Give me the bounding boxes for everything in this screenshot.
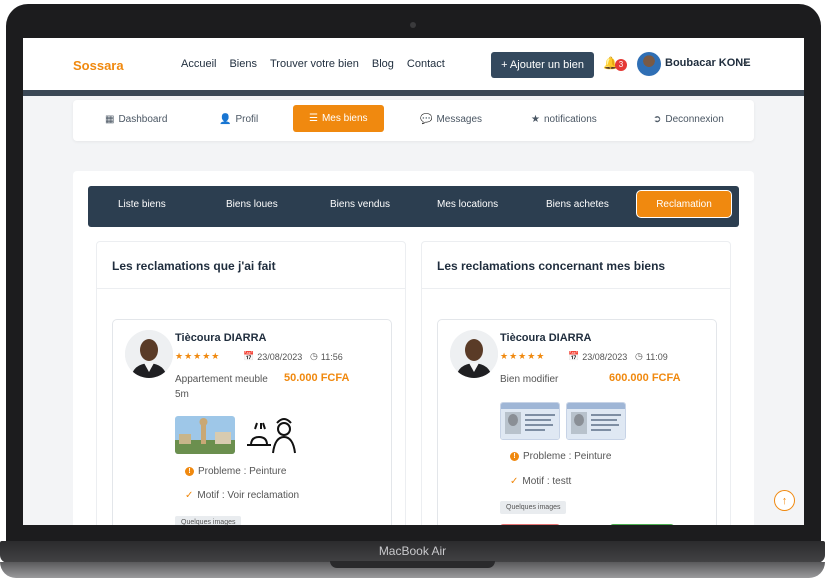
reclamation-card: Tiècoura DIARRA ★★★★★ 📅 23/08/2023 ◷ 11:… [437, 319, 717, 525]
subtab-biens-achetes[interactable]: Biens achetes [546, 199, 609, 210]
property-description: Appartement meuble 5m [175, 374, 268, 400]
list-icon: ☰ [309, 113, 318, 124]
nav-link-blog[interactable]: Blog [372, 58, 394, 70]
property-photo[interactable] [175, 416, 235, 454]
nav-link-biens[interactable]: Biens [229, 58, 257, 70]
reclamation-card: Tiècoura DIARRA ★★★★★ 📅 23/08/2023 ◷ 11:… [112, 319, 392, 525]
check-icon: ✓ [185, 490, 194, 501]
tab-profil-label: Profil [235, 114, 259, 125]
tab-notifications[interactable]: ★ notifications [531, 114, 597, 125]
calendar-icon: 📅 [243, 351, 255, 361]
user-avatar[interactable] [637, 52, 661, 76]
add-property-button[interactable]: + Ajouter un bien [491, 52, 594, 78]
date-value: 23/08/2023 [257, 351, 303, 362]
chevron-down-icon[interactable]: ⌄ [741, 57, 749, 68]
subtab-mes-locations[interactable]: Mes locations [437, 199, 498, 210]
tab-deconnexion-label: Deconnexion [665, 114, 724, 125]
screen: Sossara Accueil Biens Trouver votre bien… [23, 38, 804, 525]
rating-stars: ★★★★★ [175, 351, 221, 361]
device-label: MacBook Air [378, 544, 447, 558]
accept-button[interactable] [610, 524, 674, 525]
problem-text: Probleme : Peinture [523, 451, 612, 462]
motif-text: Motif : Voir reclamation [197, 490, 300, 501]
motif-line: ✓ Motif : Voir reclamation [185, 490, 299, 501]
motif-line: ✓ Motif : testt [510, 476, 571, 487]
tab-dashboard-label: Dashboard [118, 114, 168, 125]
images-tag: Quelques images [175, 516, 242, 525]
nav-link-contact[interactable]: Contact [407, 58, 445, 70]
divider [97, 288, 405, 289]
navbar-divider [23, 90, 804, 96]
clock-icon: ◷ [635, 351, 643, 361]
tab-mes-biens-label: Mes biens [321, 113, 368, 124]
property-reclamations-column: Les reclamations concernant mes biens Ti… [421, 241, 731, 525]
dashboard-tabs: ▦ Dashboard 👤 Profil ☰ Mes biens 💬 Messa… [73, 100, 754, 141]
grid-icon: ▦ [105, 114, 115, 125]
subtab-liste-biens[interactable]: Liste biens [118, 199, 166, 210]
arrow-up-icon: ↑ [781, 494, 788, 507]
calendar-icon: 📅 [568, 351, 580, 361]
main-panel: Liste biens Biens loues Biens vendus Mes… [73, 171, 754, 525]
chef-illustration[interactable] [241, 415, 303, 455]
scroll-to-top-button[interactable]: ↑ [774, 490, 795, 511]
clock-icon: ◷ [310, 351, 318, 361]
rating-stars: ★★★★★ [500, 351, 546, 361]
user-icon: 👤 [219, 114, 232, 125]
divider [422, 288, 730, 289]
problem-text: Probleme : Peinture [198, 466, 287, 477]
chat-icon: 💬 [420, 114, 433, 125]
property-price: 50.000 FCFA [284, 372, 350, 384]
logout-icon: ➲ [653, 114, 662, 125]
property-sub-tabs: Liste biens Biens loues Biens vendus Mes… [88, 186, 739, 227]
motif-text: Motif : testt [522, 476, 572, 487]
notification-badge: 3 [615, 59, 627, 71]
id-card-photo[interactable] [500, 402, 560, 440]
property-description: Bien modifier [500, 374, 559, 385]
images-tag: Quelques images [500, 501, 567, 514]
star-icon: ★ [531, 114, 540, 125]
time-value: 11:09 [645, 351, 668, 362]
info-icon: ! [185, 467, 194, 476]
tab-dashboard[interactable]: ▦ Dashboard [105, 114, 167, 125]
my-reclamations-column: Les reclamations que j'ai fait Tiècoura … [96, 241, 406, 525]
nav-link-accueil[interactable]: Accueil [181, 58, 216, 70]
claimant-name: Tiècoura DIARRA [500, 332, 592, 344]
avatar [450, 330, 498, 378]
tab-deconnexion[interactable]: ➲ Deconnexion [653, 114, 724, 125]
brand-logo[interactable]: Sossara [73, 58, 124, 73]
time-value: 11:56 [320, 351, 343, 362]
id-card-photo[interactable] [566, 402, 626, 440]
claimant-name: Tiècoura DIARRA [175, 332, 267, 344]
property-reclamations-title: Les reclamations concernant mes biens [437, 259, 666, 273]
check-icon: ✓ [510, 476, 519, 487]
webcam [410, 22, 416, 28]
subtab-biens-vendus[interactable]: Biens vendus [330, 199, 390, 210]
my-reclamations-title: Les reclamations que j'ai fait [112, 259, 276, 273]
tab-messages-label: Messages [436, 114, 483, 125]
laptop-notch [330, 561, 495, 568]
reclamation-date: 📅 23/08/2023 [243, 351, 302, 362]
reclamation-time: ◷ 11:56 [310, 351, 343, 362]
date-value: 23/08/2023 [582, 351, 628, 362]
problem-line: ! Probleme : Peinture [510, 451, 611, 462]
property-price: 600.000 FCFA [609, 372, 681, 384]
reject-button[interactable] [500, 524, 560, 525]
nav-link-trouver[interactable]: Trouver votre bien [270, 58, 359, 70]
reclamation-time: ◷ 11:09 [635, 351, 668, 362]
top-navbar: Sossara Accueil Biens Trouver votre bien… [23, 38, 804, 92]
tab-messages[interactable]: 💬 Messages [420, 114, 482, 125]
problem-line: ! Probleme : Peinture [185, 466, 286, 477]
subtab-reclamation[interactable]: Reclamation [636, 190, 732, 218]
subtab-biens-loues[interactable]: Biens loues [226, 199, 278, 210]
user-name[interactable]: Boubacar KONE [665, 57, 751, 69]
tab-mes-biens[interactable]: ☰ Mes biens [293, 105, 384, 132]
tab-notifications-label: notifications [543, 114, 597, 125]
tab-profil[interactable]: 👤 Profil [219, 114, 258, 125]
nav-links: Accueil Biens Trouver votre bien Blog Co… [181, 58, 458, 70]
reclamation-date: 📅 23/08/2023 [568, 351, 627, 362]
info-icon: ! [510, 452, 519, 461]
avatar [125, 330, 173, 378]
